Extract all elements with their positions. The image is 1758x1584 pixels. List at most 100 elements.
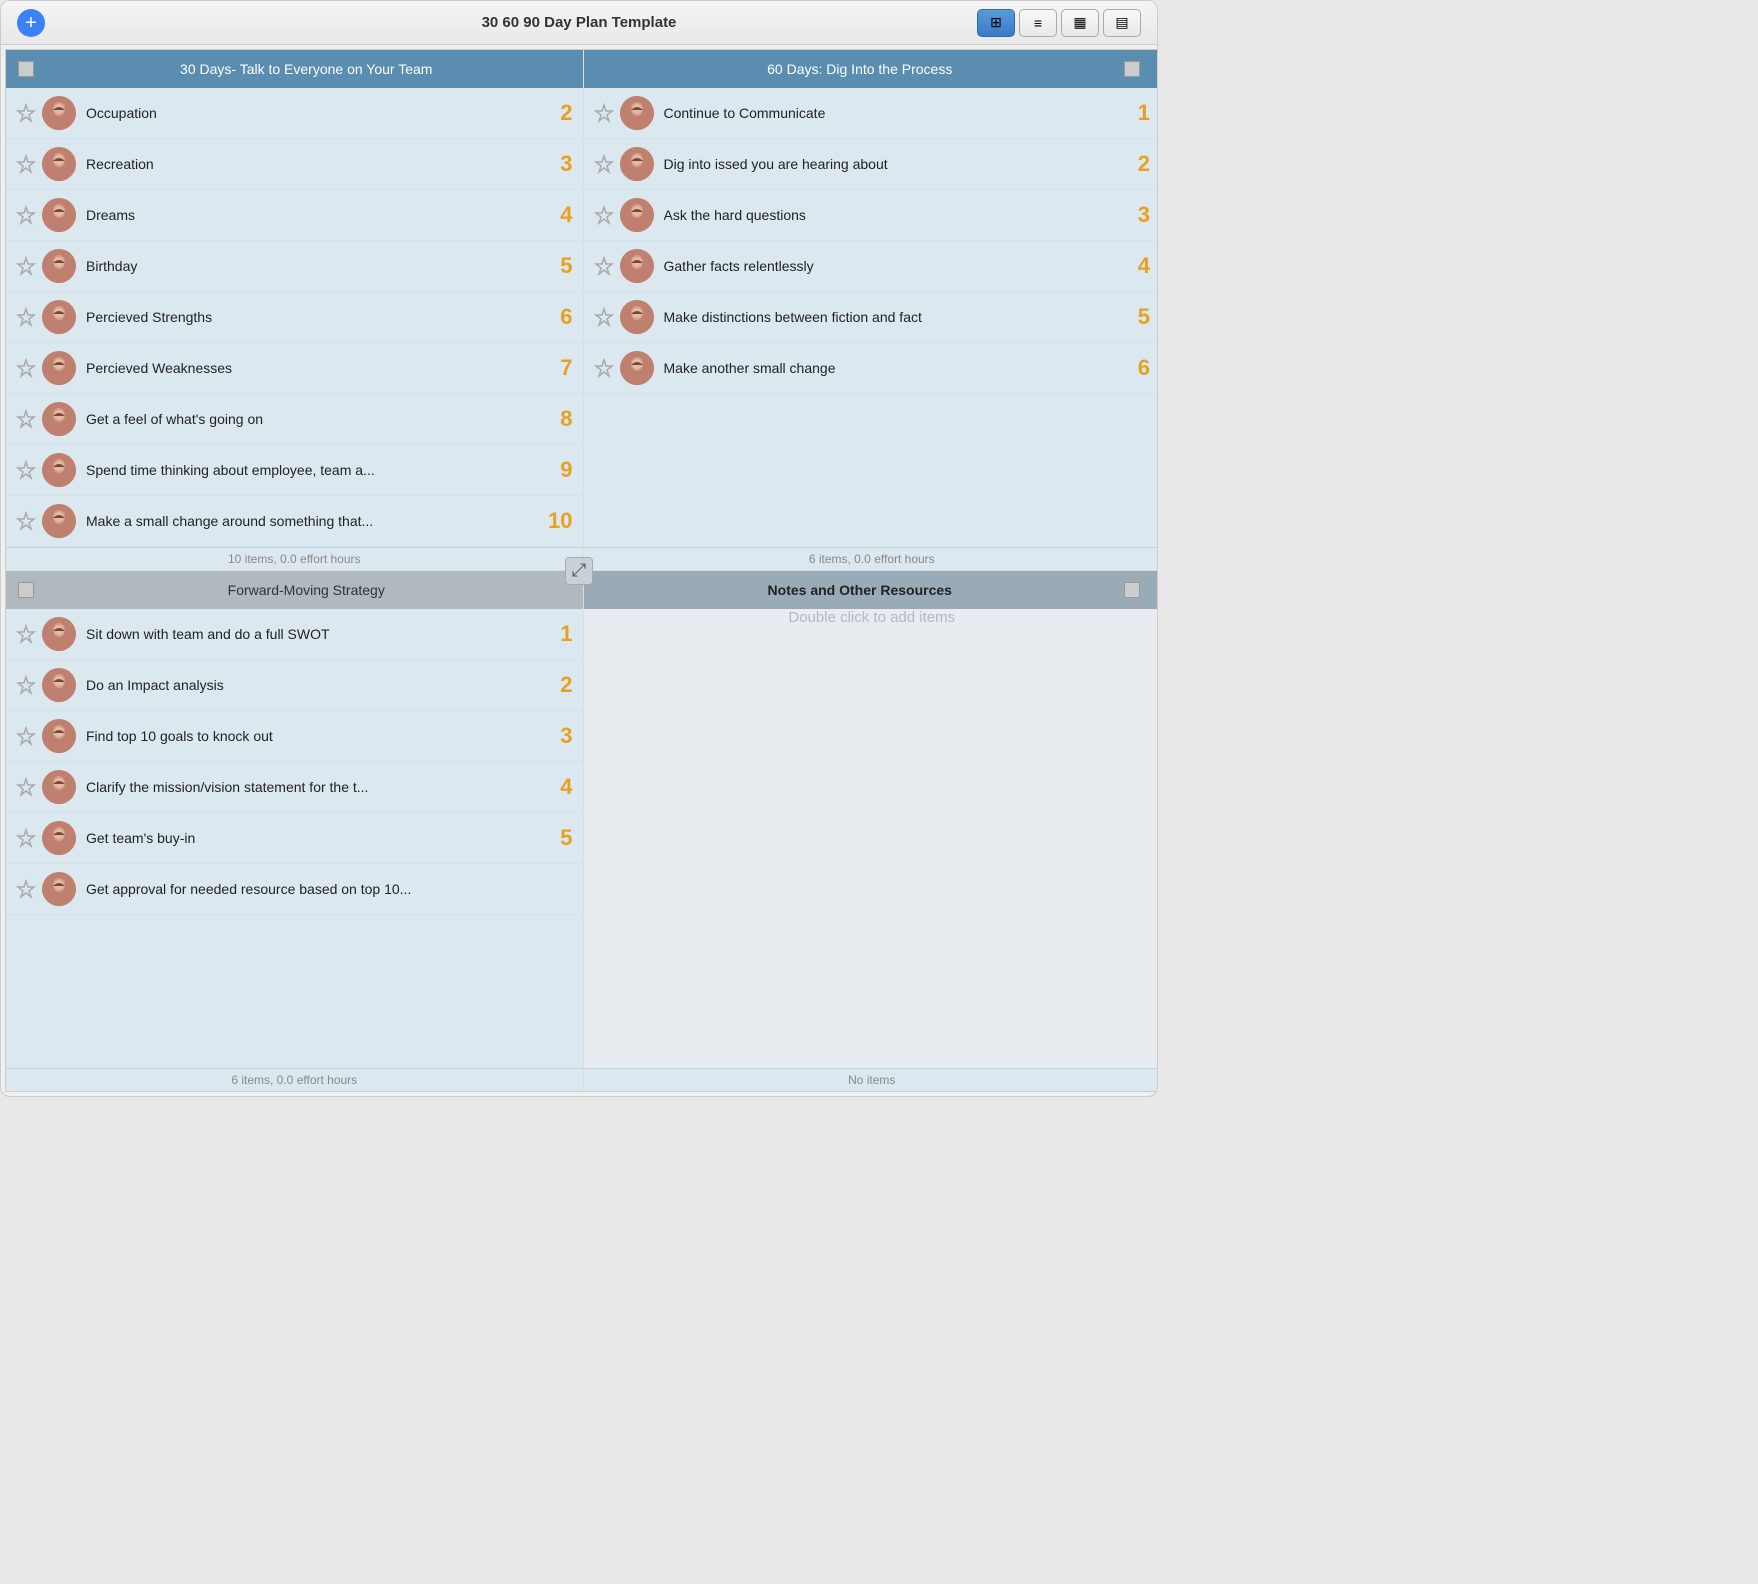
star-icon[interactable] xyxy=(16,675,36,695)
list-item[interactable]: Ask the hard questions 3 xyxy=(584,190,1159,241)
list-item[interactable]: Percieved Weaknesses7 xyxy=(6,343,583,394)
list-item[interactable]: Sit down with team and do a full SWOT1 xyxy=(6,609,583,660)
item-number: 10 xyxy=(545,508,573,534)
item-text: Dig into issed you are hearing about xyxy=(664,156,1115,172)
q4-items: Double click to add items xyxy=(584,609,1159,1068)
avatar xyxy=(42,96,76,130)
star-icon[interactable] xyxy=(16,460,36,480)
view-grid-button[interactable]: ⊞ xyxy=(977,9,1015,37)
star-icon[interactable] xyxy=(16,879,36,899)
star-icon[interactable] xyxy=(16,624,36,644)
avatar xyxy=(42,300,76,334)
item-number: 4 xyxy=(545,774,573,800)
avatar xyxy=(42,249,76,283)
q1-checkbox[interactable] xyxy=(18,61,34,77)
list-icon: ≡ xyxy=(1034,15,1042,31)
q2-items: Continue to Communicate1 Dig into issed … xyxy=(584,88,1159,547)
list-item[interactable]: Continue to Communicate1 xyxy=(584,88,1159,139)
item-text: Dreams xyxy=(86,207,537,223)
item-text: Percieved Strengths xyxy=(86,309,537,325)
star-icon[interactable] xyxy=(16,256,36,276)
item-number: 5 xyxy=(545,825,573,851)
q4-title: Notes and Other Resources xyxy=(596,582,1125,598)
item-number: 1 xyxy=(1122,100,1150,126)
list-item[interactable]: Birthday5 xyxy=(6,241,583,292)
list-item[interactable]: Recreation3 xyxy=(6,139,583,190)
star-icon[interactable] xyxy=(16,205,36,225)
item-number: 3 xyxy=(1122,202,1150,228)
avatar xyxy=(42,617,76,651)
star-icon[interactable] xyxy=(16,511,36,531)
star-icon[interactable] xyxy=(594,205,614,225)
star-icon[interactable] xyxy=(16,828,36,848)
star-icon[interactable] xyxy=(16,409,36,429)
avatar xyxy=(42,719,76,753)
q4-checkbox[interactable] xyxy=(1124,582,1140,598)
list-item[interactable]: Do an Impact analysis2 xyxy=(6,660,583,711)
q3-items: Sit down with team and do a full SWOT1 D… xyxy=(6,609,583,1068)
item-text: Clarify the mission/vision statement for… xyxy=(86,779,537,795)
item-text: Get approval for needed resource based o… xyxy=(86,881,537,897)
q4-footer: No items xyxy=(584,1068,1159,1091)
view-calendar-button[interactable]: ▦ xyxy=(1061,9,1099,37)
item-number: 5 xyxy=(1122,304,1150,330)
avatar xyxy=(620,351,654,385)
star-icon[interactable] xyxy=(594,103,614,123)
view-gantt-button[interactable]: ▤ xyxy=(1103,9,1141,37)
grid-wrapper: 30 Days- Talk to Everyone on Your Team O… xyxy=(1,45,1157,1096)
item-number: 8 xyxy=(545,406,573,432)
grid-drag-handle[interactable]: ⤢ xyxy=(565,557,593,585)
window-title: 30 60 90 Day Plan Template xyxy=(482,14,677,31)
star-icon[interactable] xyxy=(16,103,36,123)
quadrant-notes: Notes and Other Resources Double click t… xyxy=(584,571,1159,1091)
q3-checkbox[interactable] xyxy=(18,582,34,598)
item-number: 2 xyxy=(545,100,573,126)
item-number: 4 xyxy=(545,202,573,228)
star-icon[interactable] xyxy=(16,726,36,746)
q3-header: Forward-Moving Strategy xyxy=(6,571,583,609)
avatar xyxy=(42,147,76,181)
item-number: 3 xyxy=(545,723,573,749)
q1-header: 30 Days- Talk to Everyone on Your Team xyxy=(6,50,583,88)
list-item[interactable]: Percieved Strengths6 xyxy=(6,292,583,343)
star-icon[interactable] xyxy=(594,256,614,276)
item-text: Recreation xyxy=(86,156,537,172)
item-text: Make distinctions between fiction and fa… xyxy=(664,309,1115,325)
list-item[interactable]: Get a feel of what's going on8 xyxy=(6,394,583,445)
add-button[interactable]: + xyxy=(17,9,45,37)
list-item[interactable]: Gather facts relentlessly4 xyxy=(584,241,1159,292)
list-item[interactable]: Dreams 4 xyxy=(6,190,583,241)
item-text: Percieved Weaknesses xyxy=(86,360,537,376)
star-icon[interactable] xyxy=(16,777,36,797)
item-number: 2 xyxy=(1122,151,1150,177)
list-item[interactable]: Make another small change6 xyxy=(584,343,1159,394)
star-icon[interactable] xyxy=(16,307,36,327)
star-icon[interactable] xyxy=(16,358,36,378)
item-text: Birthday xyxy=(86,258,537,274)
list-item[interactable]: Find top 10 goals to knock out3 xyxy=(6,711,583,762)
avatar xyxy=(42,198,76,232)
list-item[interactable]: Make distinctions between fiction and fa… xyxy=(584,292,1159,343)
item-number: 2 xyxy=(545,672,573,698)
list-item[interactable]: Make a small change around something tha… xyxy=(6,496,583,547)
item-text: Sit down with team and do a full SWOT xyxy=(86,626,537,642)
list-item[interactable]: Clarify the mission/vision statement for… xyxy=(6,762,583,813)
list-item[interactable]: Dig into issed you are hearing about 2 xyxy=(584,139,1159,190)
q3-title: Forward-Moving Strategy xyxy=(42,582,571,598)
view-list-button[interactable]: ≡ xyxy=(1019,9,1057,37)
item-number: 9 xyxy=(545,457,573,483)
star-icon[interactable] xyxy=(594,154,614,174)
item-text: Occupation xyxy=(86,105,537,121)
star-icon[interactable] xyxy=(16,154,36,174)
q2-checkbox[interactable] xyxy=(1124,61,1140,77)
avatar xyxy=(42,402,76,436)
list-item[interactable]: Occupation 2 xyxy=(6,88,583,139)
list-item[interactable]: Spend time thinking about employee, team… xyxy=(6,445,583,496)
q1-items: Occupation 2 Recreation3 Dreams 4 Birthday… xyxy=(6,88,583,547)
star-icon[interactable] xyxy=(594,307,614,327)
item-text: Ask the hard questions xyxy=(664,207,1115,223)
item-text: Make another small change xyxy=(664,360,1115,376)
star-icon[interactable] xyxy=(594,358,614,378)
list-item[interactable]: Get approval for needed resource based o… xyxy=(6,864,583,915)
list-item[interactable]: Get team's buy-in5 xyxy=(6,813,583,864)
